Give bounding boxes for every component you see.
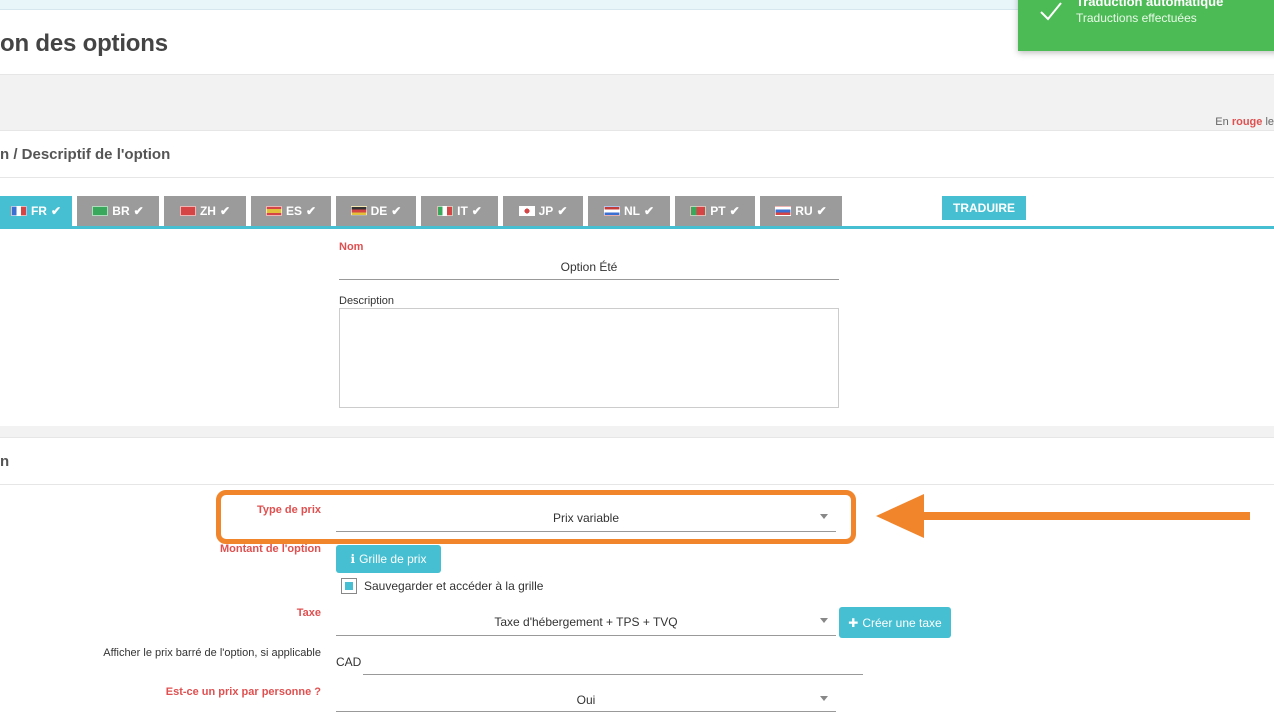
tab-lang-de[interactable]: DE ✔ (336, 196, 416, 226)
tab-lang-ru[interactable]: RU ✔ (760, 196, 842, 226)
flag-pt-icon (690, 206, 707, 216)
check-icon: ✔ (133, 204, 144, 218)
save-grid-checkbox[interactable] (341, 578, 357, 594)
check-icon: ✔ (471, 204, 482, 218)
section-title-price: n (0, 453, 10, 470)
arrow-left-icon (876, 494, 1250, 538)
name-label: Nom (339, 241, 364, 253)
chevron-down-icon (820, 696, 828, 701)
required-legend: En rouge le (1215, 116, 1274, 128)
flag-ru-icon (775, 206, 792, 216)
strikethrough-label: Afficher le prix barré de l'option, si a… (103, 647, 321, 659)
tab-lang-zh[interactable]: ZH ✔ (164, 196, 246, 226)
tab-lang-pt[interactable]: PT ✔ (675, 196, 755, 226)
flag-it-icon (437, 206, 454, 216)
flag-jp-icon (518, 206, 535, 216)
save-grid-label: Sauvegarder et accéder à la grille (364, 579, 544, 593)
flag-zh-icon (179, 206, 196, 216)
page-title: on des options (0, 30, 168, 57)
tab-lang-es[interactable]: ES ✔ (251, 196, 331, 226)
tab-lang-fr[interactable]: FR ✔ (0, 196, 72, 226)
check-icon: ✔ (305, 204, 317, 218)
per-person-select[interactable]: Oui (336, 690, 836, 712)
toast-body: Traductions effectuées (1076, 11, 1197, 25)
divider (0, 130, 1274, 131)
flag-nl-icon (603, 206, 620, 216)
flag-br-icon (92, 206, 109, 216)
strikethrough-price-input[interactable] (363, 652, 863, 675)
tab-lang-it[interactable]: IT ✔ (421, 196, 498, 226)
flag-es-icon (265, 206, 282, 216)
translation-toast: Traduction automatique Traductions effec… (1018, 0, 1274, 51)
grey-band (0, 75, 1274, 130)
per-person-label: Est-ce un prix par personne ? (165, 686, 321, 698)
tab-lang-br[interactable]: BR ✔ (77, 196, 159, 226)
create-tax-button[interactable]: ✚ Créer une taxe (839, 607, 951, 638)
checkbox-tick (345, 582, 353, 590)
divider (0, 177, 1274, 178)
currency-label: CAD (336, 655, 362, 669)
tab-lang-nl[interactable]: NL ✔ (588, 196, 670, 226)
plus-icon: ✚ (848, 615, 859, 630)
check-icon: ✔ (391, 204, 402, 218)
description-textarea[interactable] (339, 308, 839, 408)
section-title-description: n / Descriptif de l'option (0, 146, 171, 163)
tax-label: Taxe (296, 607, 321, 619)
check-icon: ✔ (557, 204, 568, 218)
check-icon: ✔ (50, 204, 62, 218)
chevron-down-icon (820, 618, 828, 623)
highlight-box (216, 490, 856, 544)
check-icon: ✔ (816, 204, 827, 218)
check-icon: ✔ (219, 204, 231, 218)
flag-fr-icon (10, 206, 27, 216)
amount-label: Montant de l'option (220, 543, 321, 555)
tab-lang-jp[interactable]: JP ✔ (503, 196, 583, 226)
divider (0, 484, 1274, 485)
divider (0, 437, 1274, 438)
tax-select[interactable]: Taxe d'hébergement + TPS + TVQ (336, 612, 836, 636)
section-separator (0, 426, 1274, 437)
tabs-underline (0, 226, 1274, 229)
info-icon: ℹ (350, 552, 356, 566)
price-grid-button[interactable]: ℹ Grille de prix (336, 545, 441, 573)
check-icon (1040, 2, 1062, 21)
description-label: Description (339, 295, 395, 307)
flag-de-icon (350, 206, 367, 216)
toast-title: Traduction automatique (1076, 0, 1224, 9)
name-input[interactable]: Option Été (339, 258, 839, 280)
check-icon: ✔ (729, 204, 740, 218)
check-icon: ✔ (643, 204, 655, 218)
translate-button[interactable]: TRADUIRE (942, 196, 1026, 220)
